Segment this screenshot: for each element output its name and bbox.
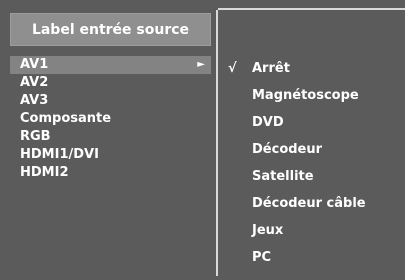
submenu-arrow-icon: ► <box>197 59 205 70</box>
source-item-hdmi2[interactable]: HDMI2 <box>10 164 211 182</box>
option-label: Magnétoscope <box>252 88 359 103</box>
option-item-decodeur-cable[interactable]: Décodeur câble <box>218 190 405 217</box>
option-label: Jeux <box>252 223 284 238</box>
source-item-label: AV2 <box>20 75 49 90</box>
source-item-label: RGB <box>20 129 51 144</box>
source-item-rgb[interactable]: RGB <box>10 128 211 146</box>
option-label: Satellite <box>252 169 314 184</box>
option-label: DVD <box>252 115 284 130</box>
source-item-av2[interactable]: AV2 <box>10 74 211 92</box>
source-item-label: HDMI1/DVI <box>20 147 99 162</box>
source-item-label: AV3 <box>20 93 49 108</box>
source-item-hdmi1-dvi[interactable]: HDMI1/DVI <box>10 146 211 164</box>
option-item-jeux[interactable]: Jeux <box>218 217 405 244</box>
option-item-magnetoscope[interactable]: Magnétoscope <box>218 82 405 109</box>
source-item-av3[interactable]: AV3 <box>10 92 211 110</box>
input-label-osd: Label entrée source AV1 ► AV2 AV3 Compos… <box>0 0 405 280</box>
option-item-pc[interactable]: PC <box>218 244 405 271</box>
option-item-decodeur[interactable]: Décodeur <box>218 136 405 163</box>
option-label: Décodeur <box>252 142 323 157</box>
label-option-list: √ Arrêt Magnétoscope DVD Décodeur Satell… <box>218 55 405 271</box>
check-icon: √ <box>228 61 237 76</box>
option-item-dvd[interactable]: DVD <box>218 109 405 136</box>
option-item-arret[interactable]: √ Arrêt <box>218 55 405 82</box>
source-item-av1[interactable]: AV1 ► <box>10 56 211 74</box>
option-label: Arrêt <box>252 61 290 76</box>
option-item-satellite[interactable]: Satellite <box>218 163 405 190</box>
menu-title-bar: Label entrée source <box>10 13 211 46</box>
source-item-label: AV1 <box>20 57 49 72</box>
source-item-composante[interactable]: Composante <box>10 110 211 128</box>
source-item-label: Composante <box>20 111 112 126</box>
option-label: PC <box>252 250 272 265</box>
option-label: Décodeur câble <box>252 196 366 211</box>
menu-title: Label entrée source <box>31 21 190 38</box>
source-list: AV1 ► AV2 AV3 Composante RGB HDMI1/DVI H… <box>10 56 211 182</box>
source-item-label: HDMI2 <box>20 165 69 180</box>
options-panel-top-edge <box>218 8 405 10</box>
